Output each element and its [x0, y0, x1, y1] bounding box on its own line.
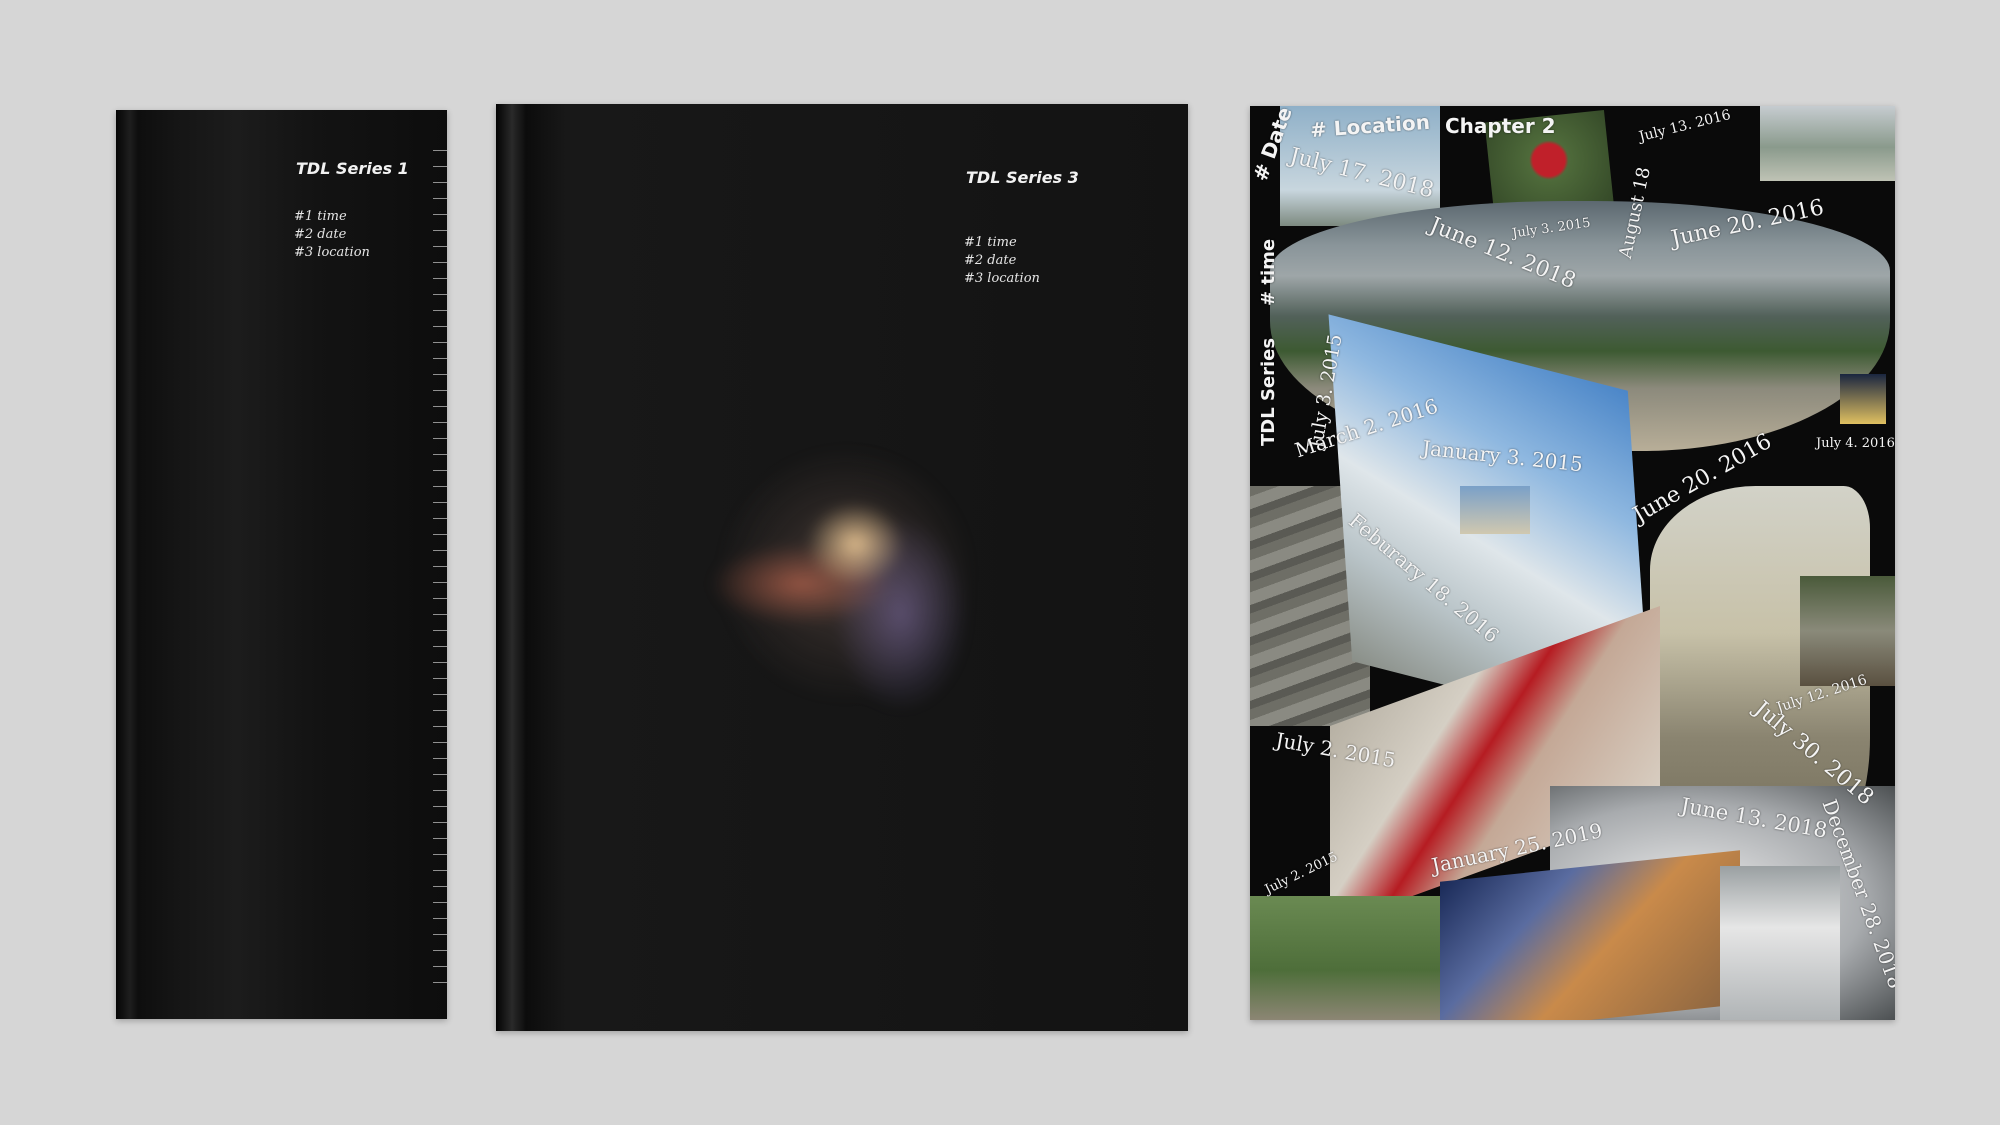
- heading-time: # time: [1258, 238, 1279, 306]
- booklet-1-title: TDL Series 1: [296, 159, 409, 178]
- photo-animal: [1800, 576, 1895, 686]
- booklet-1-list: #1 time #2 date #3 location: [294, 208, 370, 262]
- booklet-1-item-date: #2 date: [294, 227, 347, 242]
- photo-arcade: [1440, 850, 1740, 1020]
- date-label: July 2. 2015: [1262, 849, 1341, 898]
- booklet-1-item-location: #3 location: [294, 245, 370, 260]
- booklet-tdl-series-3: TDL Series 3 #1 time #2 date #3 location: [496, 104, 1188, 1031]
- ruler-marks: [433, 150, 447, 990]
- booklet-3-list: #1 time #2 date #3 location: [964, 234, 1040, 288]
- collage-poster: # Location Chapter 2 # Date # time TDL S…: [1250, 106, 1895, 1020]
- date-label: July 4. 2016: [1816, 436, 1895, 451]
- booklet-3-item-date: #2 date: [964, 253, 1017, 268]
- photo-palm-trees: [1720, 866, 1840, 1020]
- photo-river: [1760, 106, 1895, 181]
- heading-chapter: Chapter 2: [1445, 114, 1556, 138]
- light-burst-image: [616, 324, 1076, 824]
- booklet-3-title: TDL Series 3: [966, 168, 1079, 187]
- photo-park: [1250, 896, 1450, 1020]
- photo-small-beach: [1460, 486, 1530, 534]
- booklet-3-item-location: #3 location: [964, 271, 1040, 286]
- photo-small-night: [1840, 374, 1886, 424]
- booklet-3-item-time: #1 time: [964, 235, 1017, 250]
- booklet-1-item-time: #1 time: [294, 209, 347, 224]
- date-label: July 13. 2016: [1637, 106, 1733, 146]
- booklet-tdl-series-1: TDL Series 1 #1 time #2 date #3 location: [116, 110, 447, 1019]
- heading-series: TDL Series: [1258, 337, 1279, 446]
